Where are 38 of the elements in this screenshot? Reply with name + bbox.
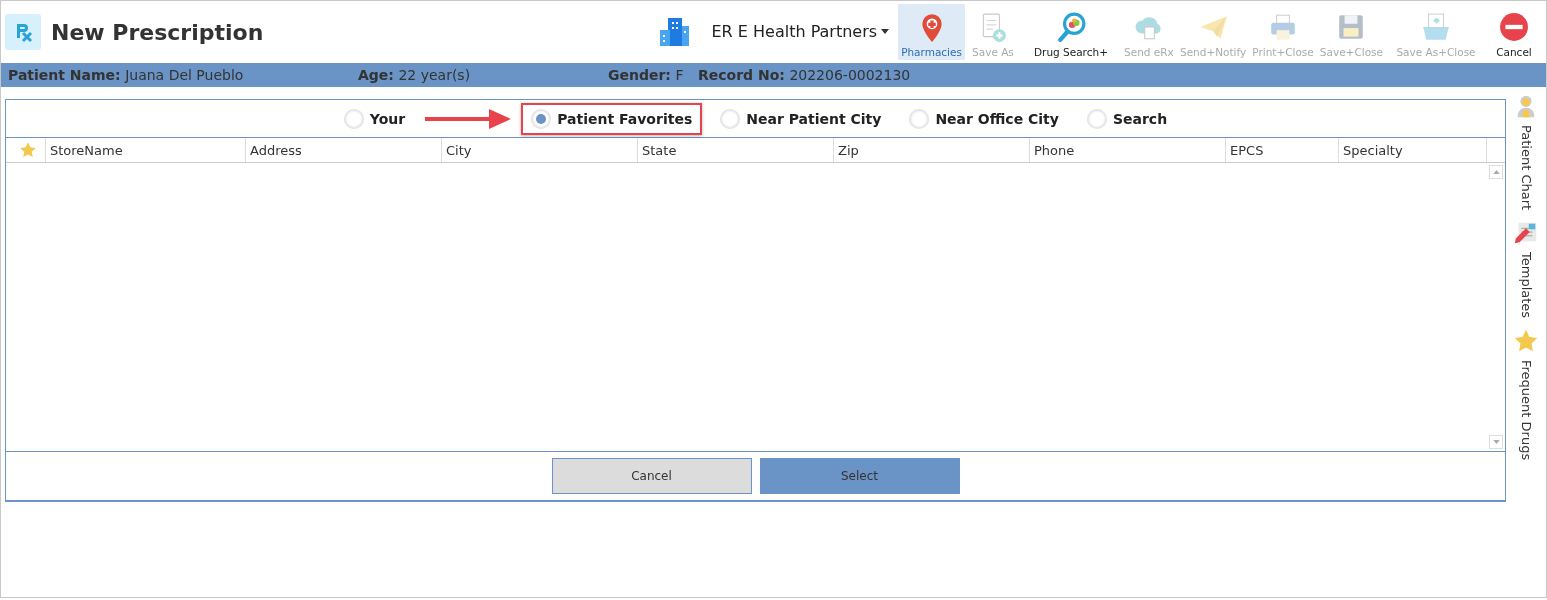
column-header[interactable]: Specialty [1339,138,1487,162]
stop-icon [1499,12,1529,42]
filter-radio-option[interactable]: Patient Favorites [521,102,703,135]
scroll-up-button[interactable] [1489,165,1503,179]
side-panel-tab[interactable]: Templates [1513,220,1539,319]
patient-info-field: Age: 22 year(s) [358,67,608,83]
caret-icon [881,28,890,34]
column-header[interactable]: StoreName [46,138,246,162]
patient-info-field: Patient Name: Juana Del Pueblo [8,67,358,83]
cancel-button[interactable]: Cancel [551,458,752,494]
prescription-logo-icon [5,14,41,50]
filter-radio-option[interactable]: Your [333,102,416,135]
column-header[interactable]: State [638,138,834,162]
side-panel-tab[interactable]: Frequent Drugs [1513,328,1539,461]
toolbar-button[interactable]: Pharmacies [898,4,965,60]
filter-radio-option[interactable]: Near Patient City [710,102,892,135]
patient-info-field: Gender: F [608,67,698,83]
scroll-down-button[interactable] [1489,435,1503,449]
patient-info-field: Record No: 202206-0002130 [698,67,998,83]
select-button[interactable]: Select [759,458,960,494]
column-header[interactable]: City [442,138,638,162]
buildings-icon [658,16,691,48]
toolbar-button[interactable]: Drug Search+ [1020,4,1121,60]
folder-icon [1421,12,1451,42]
down-arrow-icon [1492,440,1500,444]
filter-radio-option[interactable]: Near Office City [899,102,1069,135]
search-icon [1055,12,1086,42]
up-arrow-icon [1492,170,1500,174]
column-header[interactable]: Phone [1030,138,1226,162]
window-title: New Prescription [51,19,264,45]
filter-radio-option[interactable]: Search [1076,102,1178,135]
column-header[interactable]: Address [246,138,442,162]
star-icon [18,141,37,159]
column-header[interactable]: Zip [834,138,1030,162]
side-panel-tab[interactable]: Patient Chart [1513,93,1539,211]
toolbar-button[interactable]: Cancel [1486,4,1542,60]
organization-dropdown[interactable]: ER E Health Partners [696,13,893,51]
column-header[interactable]: EPCS [1226,138,1339,162]
